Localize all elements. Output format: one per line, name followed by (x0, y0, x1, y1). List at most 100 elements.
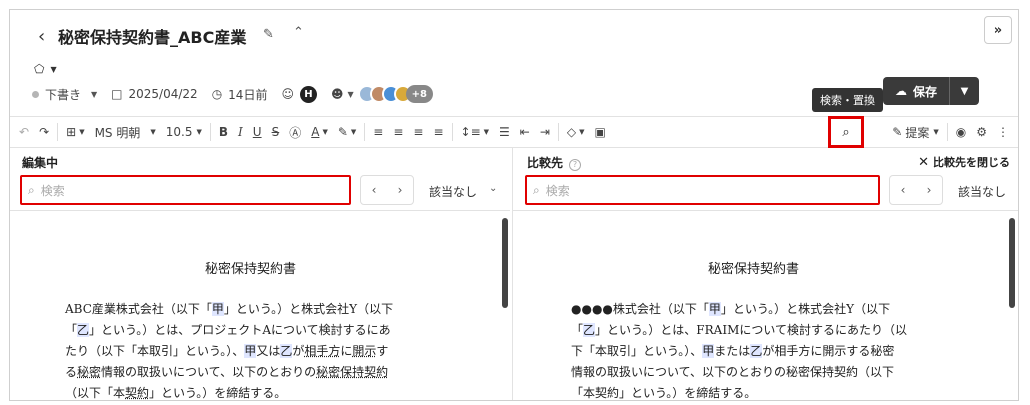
align-left-icon[interactable]: ≡ (368, 120, 388, 144)
pane-title: 編集中 (22, 156, 59, 170)
compare-title: 比較先 (527, 156, 564, 170)
proposal-button[interactable]: ✎ 提案 ▼ (887, 120, 943, 144)
proposal-label: 提案 (905, 125, 930, 140)
search-placeholder: 検索 (40, 183, 65, 198)
bold-icon[interactable]: B (214, 120, 233, 144)
outdent-icon[interactable]: ⇤ (515, 120, 535, 144)
divider (451, 123, 453, 141)
tag-icon: ⬠ (34, 62, 45, 76)
divider (364, 123, 366, 141)
status-dot-icon (32, 90, 39, 98)
divider (513, 210, 1018, 211)
status-dropdown[interactable]: 下書き ▼ (32, 86, 97, 103)
editing-pane: 編集中 ⌕ 検索 ‹ › 該当なし ⌄ 秘密保持契約書 ABC産業株式会社（以下… (10, 148, 510, 400)
match-status: 該当なし (429, 185, 478, 199)
divider (557, 123, 559, 141)
search-icon: ⌕ (28, 182, 35, 197)
chevron-right-icon[interactable]: › (398, 183, 403, 197)
document-body[interactable]: ABC産業株式会社（以下「甲」という。）と株式会社Y（以下 「乙」という。）とは… (65, 299, 445, 400)
search-placeholder: 検索 (545, 183, 570, 198)
close-icon: ✕ (918, 154, 929, 170)
save-button[interactable]: ☁ 保存 (883, 77, 950, 105)
bullet-list-icon[interactable]: ☰ (494, 120, 515, 144)
divider (946, 123, 948, 141)
strikethrough-icon[interactable]: S (267, 120, 285, 144)
redo-icon[interactable]: ↷ (34, 120, 54, 144)
table-icon[interactable]: ⊞ ▼ (61, 120, 89, 144)
more-collaborators-badge: +8 (405, 85, 433, 103)
search-icon: ⌕ (533, 182, 540, 197)
match-status: 該当なし (958, 185, 1007, 199)
font-size-value: 10.5 (165, 125, 193, 139)
relative-time: ◷ 14日前 (212, 86, 268, 103)
cloud-upload-icon: ☁ (895, 84, 907, 98)
italic-icon[interactable]: I (233, 120, 248, 144)
edit-title-icon[interactable]: ✎ (263, 27, 274, 42)
save-button-group: ☁ 保存 ▼ (883, 77, 980, 105)
people-icon: ☻ (330, 87, 344, 101)
avatar-stack: +8 (357, 85, 433, 103)
text-box-icon[interactable]: Ⓐ (284, 120, 306, 144)
calendar-icon: □ (111, 87, 123, 101)
align-center-icon[interactable]: ≡ (388, 120, 408, 144)
date-field: □ 2025/04/22 (111, 87, 198, 101)
search-icon[interactable]: ⌕ (836, 121, 856, 143)
help-icon[interactable]: ? (569, 158, 582, 171)
avatar: H (299, 85, 317, 103)
back-icon[interactable]: ‹ (38, 26, 45, 47)
document-window: ‹ 秘密保持契約書_ABC産業 ✎ ⌃ » ⬠ ▼ 下書き ▼ □ 2025/0… (9, 9, 1019, 401)
align-right-icon[interactable]: ≡ (408, 120, 428, 144)
search-input[interactable]: ⌕ 検索 (20, 175, 351, 205)
divider (57, 123, 59, 141)
underline-icon[interactable]: U (248, 120, 267, 144)
tooltip: 検索・置換 (812, 88, 883, 112)
scrollbar[interactable] (1009, 218, 1015, 308)
highlight-icon[interactable]: ✎ ▼ (333, 120, 361, 144)
page-title: 秘密保持契約書_ABC産業 (58, 28, 247, 47)
font-family-value: MS 明朝 (94, 125, 141, 140)
collaborators[interactable]: ☻ ▼ +8 (331, 85, 433, 103)
scrollbar[interactable] (502, 218, 508, 308)
font-size-select[interactable]: 10.5 ▼ (161, 120, 207, 144)
tag-selector[interactable]: ⬠ ▼ (34, 62, 57, 76)
chevron-down-icon: ▼ (91, 89, 98, 99)
chevrons-up-icon[interactable]: ⌃ (293, 25, 304, 40)
compare-pane: 比較先? ✕ 比較先を閉じる ⌕ 検索 ‹ › 該当なし 秘密保持契約書 ●●●… (512, 148, 1018, 400)
align-justify-icon[interactable]: ≡ (428, 120, 448, 144)
divider (209, 123, 211, 141)
more-vertical-icon[interactable]: ⋮ (992, 120, 1014, 144)
undo-icon[interactable]: ↶ (14, 120, 34, 144)
document-heading: 秘密保持契約書 (205, 262, 297, 277)
expand-panel-button[interactable]: » (984, 16, 1012, 44)
close-compare-button[interactable]: ✕ 比較先を閉じる (918, 154, 1010, 170)
fill-color-icon[interactable]: ◇ ▼ (562, 120, 590, 144)
gear-icon[interactable]: ⚙ (971, 120, 992, 144)
search-input[interactable]: ⌕ 検索 (525, 175, 880, 205)
save-options-button[interactable]: ▼ (949, 77, 980, 105)
doc-meta-row: 下書き ▼ □ 2025/04/22 ◷ 14日前 ☺ H ☻ ▼ +8 (32, 85, 447, 103)
editor-toolbar: ↶ ↷ ⊞ ▼ MS 明朝 ▼ 10.5 ▼ B I U S Ⓐ A ▼ ✎ ▼ ≡ ≡… (10, 116, 1018, 148)
save-label: 保存 (913, 84, 938, 99)
clock-icon: ◷ (211, 87, 223, 101)
date-label: 2025/04/22 (128, 87, 198, 101)
chevron-left-icon[interactable]: ‹ (901, 183, 906, 197)
person-icon: ☺ (281, 87, 294, 101)
match-nav: ‹ › (360, 175, 414, 205)
document-heading: 秘密保持契約書 (708, 262, 800, 277)
chevron-right-icon[interactable]: › (927, 183, 932, 197)
line-height-icon[interactable]: ↕≡ ▼ (456, 120, 495, 144)
pane-title: 比較先? (527, 154, 582, 171)
text-color-icon[interactable]: A ▼ (306, 120, 333, 144)
match-nav: ‹ › (889, 175, 943, 205)
owner[interactable]: ☺ H (281, 85, 317, 103)
chevron-down-icon: ▼ (50, 64, 57, 74)
font-family-select[interactable]: MS 明朝 ▼ (90, 120, 161, 144)
indent-icon[interactable]: ⇥ (535, 120, 555, 144)
chevrons-down-icon[interactable]: ⌄ (489, 183, 497, 194)
close-compare-label: 比較先を閉じる (933, 156, 1010, 169)
eye-icon[interactable]: ◉ (951, 120, 971, 144)
chevron-left-icon[interactable]: ‹ (372, 183, 377, 197)
document-body: ●●●●株式会社（以下「甲」という。）と株式会社Y（以下 「乙」という。）とは、… (571, 302, 908, 400)
image-icon[interactable]: ▣ (590, 120, 611, 144)
divider (10, 210, 510, 211)
